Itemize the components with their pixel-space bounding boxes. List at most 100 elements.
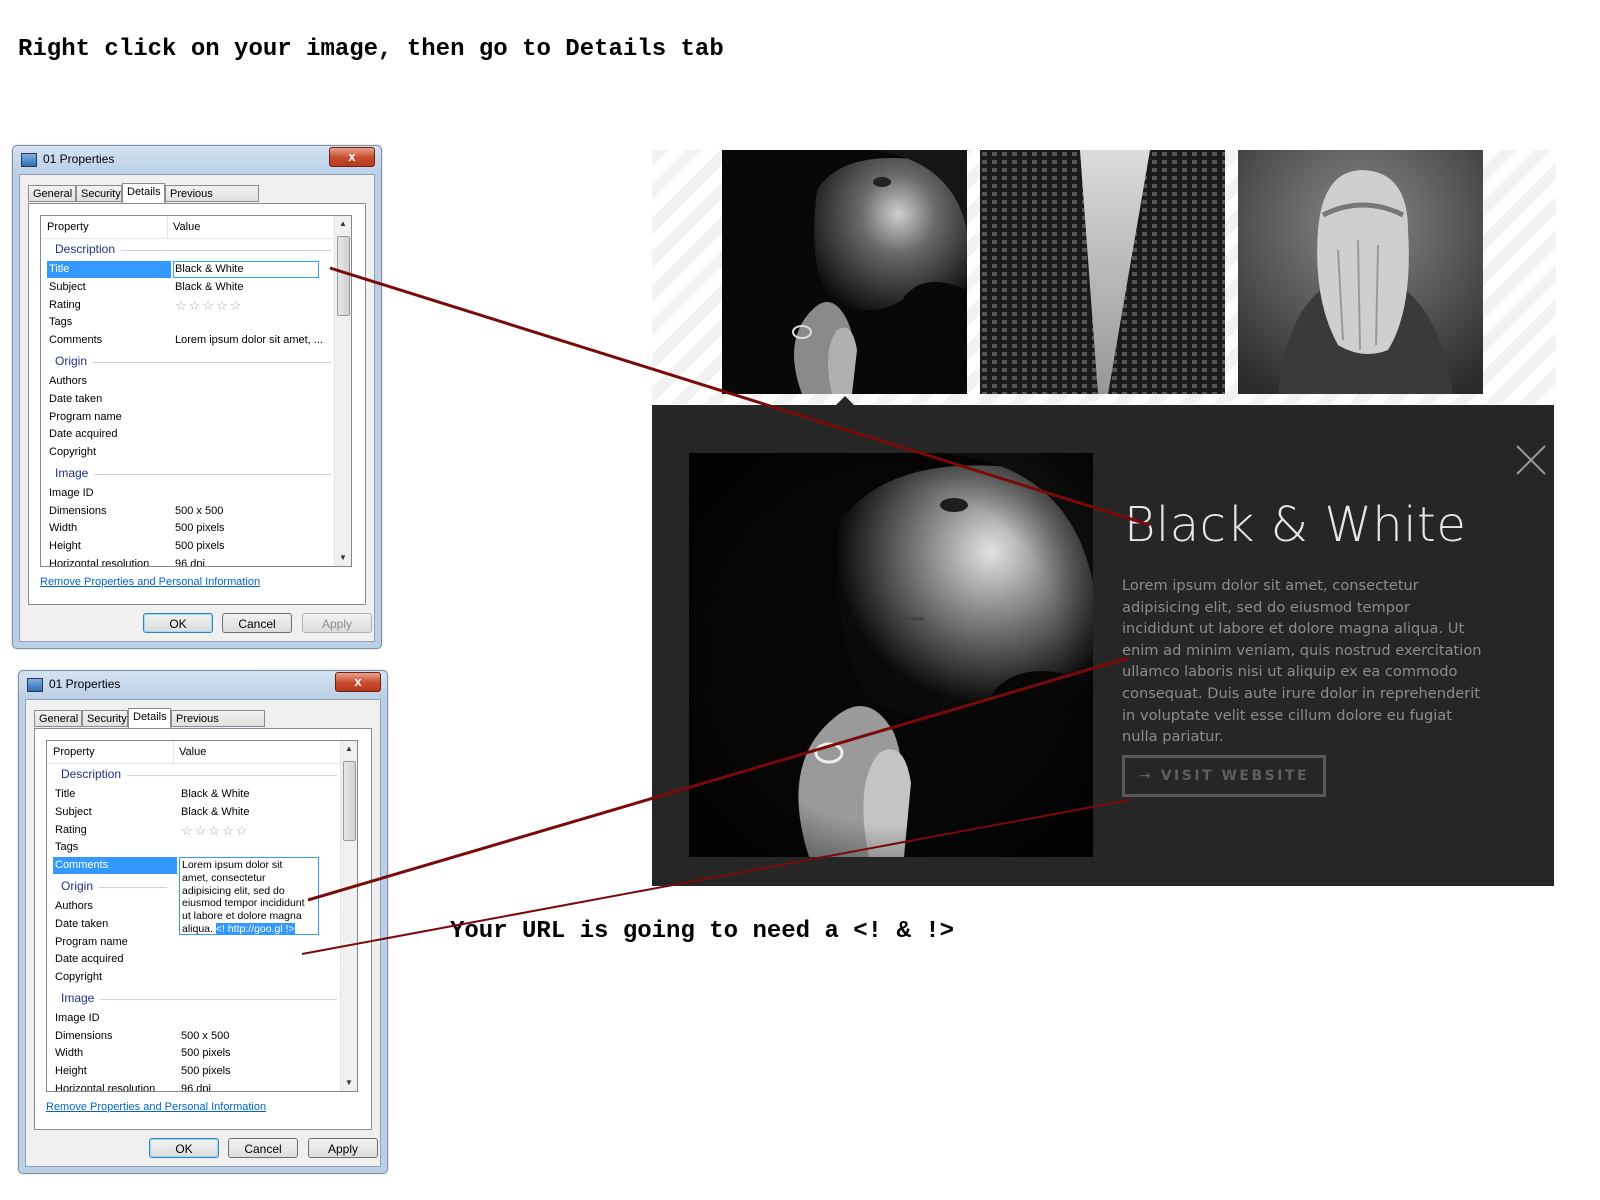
tab-details[interactable]: Details (128, 708, 171, 728)
portrait-large-image (689, 453, 1093, 857)
property-row-subject[interactable]: Subject Black & White (47, 279, 333, 296)
lightbox-image (689, 453, 1093, 857)
scroll-up-icon[interactable]: ▲ (335, 216, 351, 232)
apply-button[interactable]: Apply (302, 613, 372, 633)
close-button[interactable]: x (329, 147, 375, 167)
group-description: Description (47, 241, 331, 258)
close-button[interactable]: x (335, 672, 381, 692)
visit-website-button[interactable]: → VISIT WEBSITE (1122, 755, 1326, 797)
property-row-width[interactable]: Width 500 pixels (47, 520, 333, 537)
rating-stars[interactable]: ☆☆☆☆☆ (181, 822, 249, 839)
property-row-tags[interactable]: Tags (53, 839, 339, 856)
property-row-program-name[interactable]: Program name (53, 934, 339, 951)
group-description: Description (53, 766, 337, 783)
property-row-copyright[interactable]: Copyright (53, 969, 339, 986)
scroll-down-icon[interactable]: ▼ (335, 550, 351, 566)
tab-previous-versions[interactable]: Previous Versions (171, 710, 265, 742)
scroll-up-icon[interactable]: ▲ (341, 741, 357, 757)
property-row-dimensions[interactable]: Dimensions 500 x 500 (53, 1028, 339, 1045)
column-value[interactable]: Value (179, 746, 206, 758)
details-panel: Property Value Description Title Black & … (28, 203, 366, 605)
instruction-heading: Right click on your image, then go to De… (18, 36, 724, 63)
ok-button[interactable]: OK (149, 1138, 219, 1158)
property-list[interactable]: Property Value Description Title Black & … (40, 215, 352, 567)
property-row-width[interactable]: Width 500 pixels (53, 1045, 339, 1062)
group-origin: Origin (53, 878, 337, 895)
remove-properties-link[interactable]: Remove Properties and Personal Informati… (40, 576, 260, 588)
property-row-rating[interactable]: Rating ☆☆☆☆☆ (47, 297, 333, 314)
property-row-comments[interactable]: Comments Lorem ipsum dolor sit amet, con… (53, 857, 339, 935)
lightbox-description: Lorem ipsum dolor sit amet, consectetur … (1122, 577, 1482, 746)
scroll-thumb[interactable] (343, 761, 356, 841)
property-row-subject[interactable]: Subject Black & White (53, 804, 339, 821)
cancel-button[interactable]: Cancel (222, 613, 292, 633)
dialog-titlebar[interactable]: 01 Properties x (19, 671, 387, 697)
close-icon[interactable] (1514, 443, 1548, 477)
property-row-date-taken[interactable]: Date taken (53, 916, 339, 933)
property-row-authors[interactable]: Authors (47, 373, 333, 390)
girl-thumb-image (1238, 150, 1483, 394)
property-row-dimensions[interactable]: Dimensions 500 x 500 (47, 503, 333, 520)
tab-security[interactable]: Security (76, 185, 122, 202)
lightbox-panel: Black & White Lorem ipsum dolor sit amet… (652, 405, 1554, 886)
rating-stars[interactable]: ☆☆☆☆☆ (175, 297, 243, 314)
arrow-right-icon: → (1138, 768, 1151, 784)
tab-general[interactable]: General (28, 185, 76, 202)
property-row-tags[interactable]: Tags (47, 314, 333, 331)
buildings-thumb-image (980, 150, 1225, 394)
group-image: Image (47, 465, 331, 482)
property-row-horizontal-resolution[interactable]: Horizontal resolution 96 dpi (47, 556, 333, 566)
property-row-date-acquired[interactable]: Date acquired (53, 951, 339, 968)
property-row-horizontal-resolution[interactable]: Horizontal resolution 96 dpi (53, 1081, 339, 1091)
property-row-rating[interactable]: Rating ☆☆☆☆☆ (53, 822, 339, 839)
column-value[interactable]: Value (173, 221, 200, 233)
dialog-titlebar[interactable]: 01 Properties x (13, 146, 381, 172)
property-row-authors[interactable]: Authors (53, 898, 339, 915)
column-header: Property Value (41, 216, 337, 239)
property-row-height[interactable]: Height 500 pixels (53, 1063, 339, 1080)
property-list[interactable]: Property Value Description Title Black & … (46, 740, 358, 1092)
dialog-client: General Security Details Previous Versio… (19, 174, 375, 642)
tab-security[interactable]: Security (82, 710, 128, 727)
property-row-image-id[interactable]: Image ID (47, 485, 333, 502)
url-note: Your URL is going to need a <! & !> (450, 918, 955, 945)
image-file-icon (21, 153, 37, 167)
visit-website-label: VISIT WEBSITE (1160, 768, 1310, 784)
tab-previous-versions[interactable]: Previous Versions (165, 185, 259, 217)
property-row-title[interactable]: Title Black & White (53, 786, 339, 803)
property-row-comments[interactable]: Comments Lorem ipsum dolor sit amet, ... (47, 332, 333, 349)
scroll-thumb[interactable] (337, 236, 350, 316)
details-panel: Property Value Description Title Black & … (34, 728, 372, 1130)
remove-properties-link[interactable]: Remove Properties and Personal Informati… (46, 1101, 266, 1113)
vertical-scrollbar[interactable]: ▲ ▼ (340, 741, 357, 1091)
column-header: Property Value (47, 741, 343, 764)
dialog-title: 01 Properties (43, 152, 115, 166)
column-property[interactable]: Property (47, 221, 89, 233)
selection-pointer (836, 396, 854, 405)
apply-button[interactable]: Apply (308, 1138, 378, 1158)
tab-general[interactable]: General (34, 710, 82, 727)
property-row-date-acquired[interactable]: Date acquired (47, 426, 333, 443)
gallery-strip (652, 150, 1556, 404)
gallery-thumb-buildings[interactable] (980, 150, 1225, 394)
property-row-copyright[interactable]: Copyright (47, 444, 333, 461)
column-property[interactable]: Property (53, 746, 95, 758)
property-row-image-id[interactable]: Image ID (53, 1010, 339, 1027)
properties-dialog-1: 01 Properties x General Security Details… (12, 145, 382, 649)
vertical-scrollbar[interactable]: ▲ ▼ (334, 216, 351, 566)
property-row-height[interactable]: Height 500 pixels (47, 538, 333, 555)
group-origin: Origin (47, 353, 331, 370)
gallery-thumb-girl[interactable] (1238, 150, 1483, 394)
group-image: Image (53, 990, 337, 1007)
property-row-title[interactable]: Title Black & White (47, 261, 333, 278)
dialog-title: 01 Properties (49, 677, 121, 691)
property-row-program-name[interactable]: Program name (47, 409, 333, 426)
gallery-thumb-portrait[interactable] (722, 150, 967, 394)
ok-button[interactable]: OK (143, 613, 213, 633)
tab-details[interactable]: Details (122, 183, 165, 203)
property-row-date-taken[interactable]: Date taken (47, 391, 333, 408)
image-file-icon (27, 678, 43, 692)
cancel-button[interactable]: Cancel (228, 1138, 298, 1158)
scroll-down-icon[interactable]: ▼ (341, 1075, 357, 1091)
dialog-client: General Security Details Previous Versio… (25, 699, 381, 1167)
